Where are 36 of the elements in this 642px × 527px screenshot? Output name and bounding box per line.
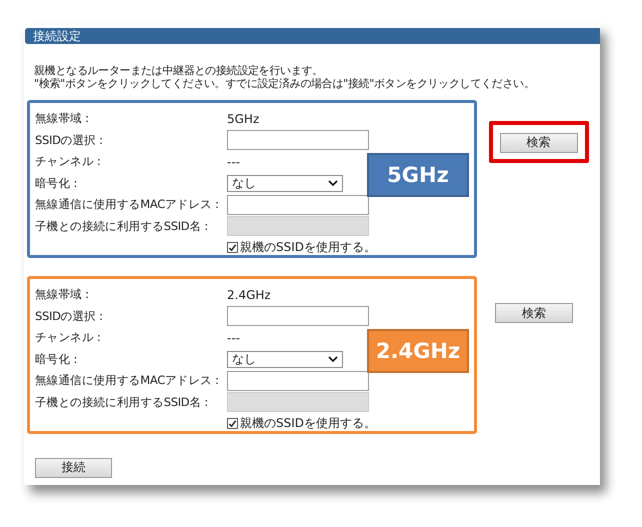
field-value: --- <box>227 154 241 169</box>
field-label: 子機との接続に利用するSSID名 : <box>35 394 209 410</box>
field-label: SSIDの選択 : <box>35 132 104 148</box>
encryption-dropdown[interactable]: なし <box>227 174 343 192</box>
text-field[interactable] <box>227 306 369 326</box>
use-parent-ssid-checkbox[interactable]: 親機のSSIDを使用する。 <box>227 239 474 256</box>
connect-button[interactable]: 接続 <box>35 458 112 478</box>
band-callout: 2.4GHz <box>367 329 469 373</box>
field-label: 無線帯域 : <box>35 287 90 302</box>
checkmark-icon <box>228 243 237 252</box>
chevron-down-icon <box>328 180 338 186</box>
use-parent-ssid-checkbox[interactable]: 親機のSSIDを使用する。 <box>227 415 474 432</box>
field-label: 無線帯域 : <box>35 111 90 126</box>
instruction-text: 親機となるルーターまたは中継器との接続設定を行います。 <box>34 64 324 77</box>
chevron-down-icon <box>328 356 338 362</box>
field-value: 2.4GHz <box>227 288 272 302</box>
band-callout: 5GHz <box>367 153 469 197</box>
panel-title: 接続設定 <box>25 28 600 44</box>
encryption-dropdown[interactable]: なし <box>227 350 343 368</box>
text-field[interactable] <box>227 130 369 150</box>
field-label: SSIDの選択 : <box>35 308 104 324</box>
field-label: 無線通信に使用するMACアドレス : <box>35 197 220 212</box>
field-value: --- <box>227 330 241 345</box>
text-field[interactable] <box>227 194 369 215</box>
text-field[interactable] <box>227 370 369 391</box>
field-label: チャンネル : <box>35 154 102 170</box>
field-label: 子機との接続に利用するSSID名 : <box>35 218 209 234</box>
field-value: 5GHz <box>227 112 260 126</box>
instruction-text: "検索"ボタンをクリックしてください。すでに設定済みの場合は"接続"ボタンをクリックしてください。 <box>34 77 536 90</box>
field-label: 無線通信に使用するMACアドレス : <box>35 373 220 388</box>
search-button[interactable]: 検索 <box>495 303 573 323</box>
field-label: 暗号化 : <box>35 176 78 191</box>
checkmark-icon <box>228 419 237 428</box>
field-label: チャンネル : <box>35 330 102 346</box>
field-label: 暗号化 : <box>35 352 78 367</box>
search-button[interactable]: 検索 <box>500 132 578 152</box>
